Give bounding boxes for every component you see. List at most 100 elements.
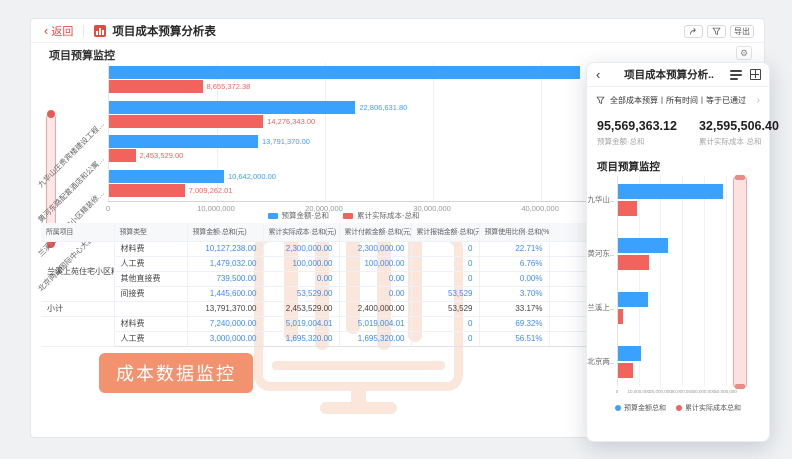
value-cell: 0.00: [339, 271, 411, 286]
filter-icon: [712, 27, 721, 36]
back-chevron-icon: ‹: [44, 24, 48, 37]
value-cell: 1,445,600.00: [187, 286, 263, 301]
bar-value-label: 7,009,262.01: [189, 184, 233, 197]
budget-type-cell: 材料费: [114, 241, 187, 256]
value-cell: 100,000.00: [263, 256, 339, 271]
value-cell: 2,300,000.00: [263, 241, 339, 256]
zoom-slider-top-handle[interactable]: [47, 110, 55, 118]
mobile-legend-dot: [676, 405, 682, 411]
value-cell: 53,529.00: [263, 286, 339, 301]
legend-item[interactable]: 累计实际成本-总和: [343, 210, 420, 221]
mobile-budget-bar[interactable]: [618, 238, 668, 253]
value-cell: 0: [411, 241, 479, 256]
mobile-header: ‹ 项目成本预算分析..: [587, 63, 769, 87]
legend-label: 预算金额-总和: [282, 210, 330, 221]
mobile-zoom-top-handle[interactable]: [735, 175, 745, 180]
budget-type-cell: 材料费: [114, 316, 187, 331]
mobile-legend-item[interactable]: 累计实际成本总和: [676, 403, 741, 413]
mobile-x-tick-label: 10,000,000: [627, 389, 650, 394]
mobile-chart-legend: 预算金额总和累计实际成本总和: [587, 403, 769, 413]
mobile-preview-panel: ‹ 项目成本预算分析.. 全部成本预算丨所有时间丨等于已通过 › 95,569,…: [586, 62, 770, 442]
project-cell: 小计: [41, 301, 114, 316]
project-cell: 兰溪上苑住宅小区精装修第…: [41, 241, 114, 301]
actual-bar[interactable]: [109, 184, 185, 197]
value-cell: 0.00: [263, 271, 339, 286]
table-column-header: 累计实际成本·总和(元): [263, 223, 339, 241]
mobile-x-tick-label: 20,000,000: [649, 389, 672, 394]
value-cell: 100,000.00: [339, 256, 411, 271]
value-cell: 10,127,238.00: [187, 241, 263, 256]
mobile-gridline: [704, 176, 705, 386]
value-cell: 33.17%: [479, 301, 549, 316]
mobile-list-view-icon[interactable]: [730, 69, 742, 80]
legend-item[interactable]: 预算金额-总和: [268, 210, 330, 221]
value-cell: 2,453,529.00: [263, 301, 339, 316]
mobile-x-tick-label: 40,000,000: [693, 389, 716, 394]
mobile-budget-bar[interactable]: [618, 346, 641, 361]
mobile-table-view-icon[interactable]: [750, 69, 761, 80]
mobile-x-tick-label: 0: [616, 389, 619, 394]
actual-bar[interactable]: [109, 80, 203, 93]
bar-value-label: 14,276,343.00: [267, 115, 315, 128]
mobile-actual-bar[interactable]: [618, 255, 649, 270]
mobile-legend-label: 预算金额总和: [624, 403, 666, 413]
mobile-legend-item[interactable]: 预算金额总和: [615, 403, 666, 413]
actual-bar[interactable]: [109, 115, 263, 128]
mobile-category-label: 兰溪上..: [587, 302, 614, 313]
mobile-section-title: 项目预算监控: [597, 159, 660, 174]
kpi-actual-value: 32,595,506.40: [699, 119, 779, 133]
value-cell: 2,400,000.00: [339, 301, 411, 316]
value-cell: 6.76%: [479, 256, 549, 271]
mobile-budget-bar[interactable]: [618, 184, 723, 199]
mobile-filter-text: 全部成本预算丨所有时间丨等于已通过: [610, 95, 746, 106]
legend-swatch: [268, 213, 278, 219]
mobile-filter-bar[interactable]: 全部成本预算丨所有时间丨等于已通过 ›: [587, 91, 769, 109]
bar-value-label: 22,806,631.80: [359, 101, 407, 114]
watermark-stand: [351, 390, 366, 404]
settings-button[interactable]: ⚙: [736, 46, 752, 60]
value-cell: 2,300,000.00: [339, 241, 411, 256]
mobile-actual-bar[interactable]: [618, 363, 633, 378]
value-cell: 1,695,320.00: [339, 331, 411, 346]
mobile-actual-bar[interactable]: [618, 201, 637, 216]
table-column-header: 累计报销金额·总和(元): [411, 223, 479, 241]
back-button[interactable]: ‹ 返回: [44, 23, 73, 39]
mobile-x-tick-label: 50,000,000: [714, 389, 737, 394]
export-label: 导出: [734, 26, 750, 37]
mobile-zoom-slider[interactable]: [733, 176, 747, 388]
mobile-x-tick-label: 30,000,000: [671, 389, 694, 394]
value-cell: 0.00: [339, 286, 411, 301]
share-button[interactable]: [684, 25, 703, 38]
value-cell: 3.70%: [479, 286, 549, 301]
value-cell: 0: [411, 256, 479, 271]
gear-icon: ⚙: [740, 48, 748, 58]
budget-bar[interactable]: [109, 101, 355, 114]
budget-bar[interactable]: [109, 135, 258, 148]
value-cell: 5,019,004.01: [339, 316, 411, 331]
value-cell: 0: [411, 331, 479, 346]
value-cell: 1,695,320.00: [263, 331, 339, 346]
mobile-filter-chevron-icon: ›: [757, 95, 760, 106]
share-icon: [689, 27, 698, 36]
project-cell: [41, 316, 114, 346]
budget-type-cell: 人工费: [114, 331, 187, 346]
actual-bar[interactable]: [109, 149, 136, 162]
mobile-actual-bar[interactable]: [618, 309, 623, 324]
mobile-back-button[interactable]: ‹: [596, 68, 600, 81]
kpi-actual: 32,595,506.40 累计实际成本·总和: [699, 119, 779, 147]
cost-monitor-badge: 成本数据监控: [99, 353, 253, 393]
kpi-budget: 95,569,363.12 预算金额·总和: [597, 119, 677, 147]
budget-bar[interactable]: [109, 170, 224, 183]
header-divider: [83, 25, 84, 37]
value-cell: 1,479,032.00: [187, 256, 263, 271]
window-header: ‹ 返回 项目成本预算分析表 导出: [31, 19, 764, 43]
export-button[interactable]: 导出: [730, 25, 754, 38]
table-column-header: 预算类型: [114, 223, 187, 241]
budget-type-cell: 人工费: [114, 256, 187, 271]
toolbar: 导出: [684, 25, 754, 38]
budget-bar[interactable]: [109, 66, 580, 79]
mobile-budget-bar[interactable]: [618, 292, 648, 307]
table-column-header: 预算金额·总和(元): [187, 223, 263, 241]
kpi-budget-label: 预算金额·总和: [597, 136, 677, 147]
filter-button[interactable]: [707, 25, 726, 38]
